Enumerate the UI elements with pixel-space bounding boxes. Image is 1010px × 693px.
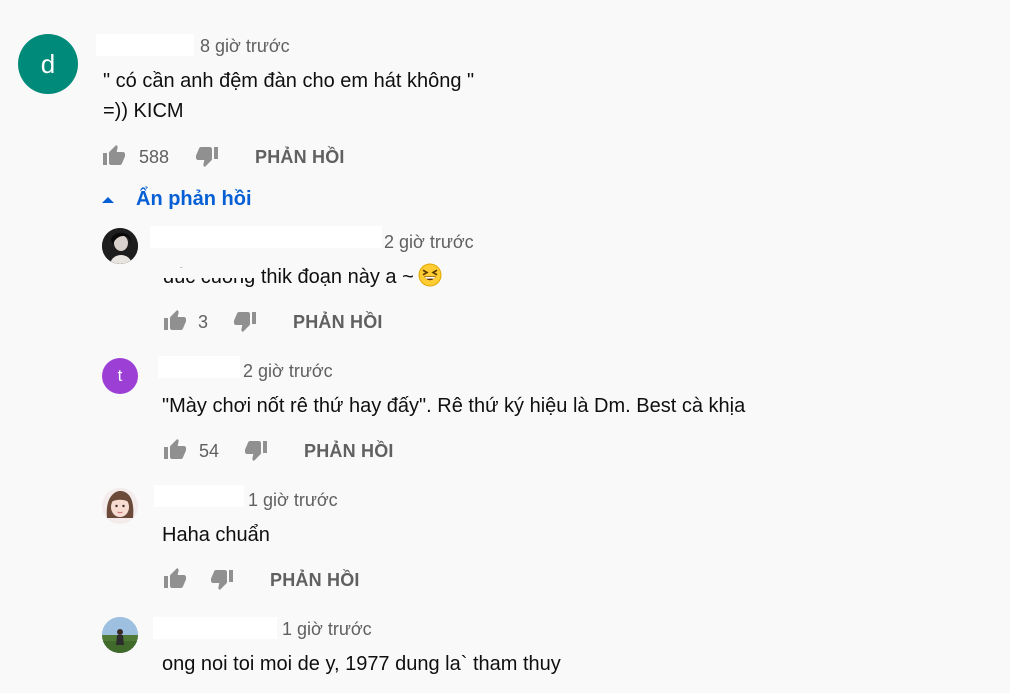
- like-icon[interactable]: [162, 308, 188, 334]
- avatar-photo-icon: [102, 617, 138, 653]
- caret-up-icon: [102, 196, 114, 203]
- comment-text-line: =)) KICM: [103, 100, 184, 122]
- like-count: 3: [198, 312, 209, 332]
- avatar-letter: t: [117, 366, 123, 385]
- like-count: 54: [199, 441, 220, 461]
- avatar[interactable]: [102, 617, 138, 653]
- redaction-mask: [144, 268, 260, 278]
- dislike-icon[interactable]: [209, 566, 235, 592]
- avatar-photo-icon: [102, 488, 138, 524]
- comment-text-line: " có cần anh đệm đàn cho em hát không ": [103, 70, 475, 92]
- comment-time[interactable]: 8 giờ trước: [200, 36, 290, 57]
- comment-time[interactable]: 1 giờ trước: [282, 619, 372, 640]
- author-name[interactable]: [150, 226, 382, 248]
- like-icon[interactable]: [101, 143, 127, 169]
- reply-button[interactable]: PHẢN HỒI: [270, 570, 360, 591]
- reply-button[interactable]: PHẢN HỒI: [293, 312, 383, 333]
- comment-time[interactable]: 2 giờ trước: [243, 361, 333, 382]
- hide-replies-label: Ẩn phản hồi: [136, 188, 252, 210]
- avatar-letter: d: [40, 48, 56, 79]
- avatar[interactable]: t: [102, 358, 138, 394]
- dislike-icon[interactable]: [194, 143, 220, 169]
- like-count: 588: [139, 147, 170, 167]
- dislike-icon[interactable]: [243, 437, 269, 463]
- reply-button[interactable]: PHẢN HỒI: [304, 441, 394, 462]
- dislike-icon[interactable]: [232, 308, 258, 334]
- author-name[interactable]: [96, 34, 194, 56]
- author-name[interactable]: [153, 617, 277, 639]
- reply-button[interactable]: PHẢN HỒI: [255, 147, 345, 168]
- avatar-photo-icon: [102, 228, 138, 264]
- avatar[interactable]: d: [18, 34, 78, 94]
- author-name[interactable]: [154, 485, 244, 507]
- comment-time[interactable]: 1 giờ trước: [248, 490, 338, 511]
- like-icon[interactable]: [162, 566, 188, 592]
- avatar[interactable]: [102, 228, 138, 264]
- author-name[interactable]: [158, 356, 240, 378]
- like-icon[interactable]: [162, 437, 188, 463]
- hide-replies-button[interactable]: Ẩn phản hồi: [101, 188, 252, 211]
- avatar[interactable]: [102, 488, 138, 524]
- comment-text: Haha chuẩn: [162, 524, 270, 546]
- comment-time[interactable]: 2 giờ trước: [384, 232, 474, 253]
- grinning-squinting-emoji-icon: [418, 263, 442, 287]
- comment-text: "Mày chơi nốt rê thứ hay đấy". Rê thứ ký…: [162, 395, 746, 417]
- comment-text: ong noi toi moi de y, 1977 dung la` tham…: [162, 653, 561, 675]
